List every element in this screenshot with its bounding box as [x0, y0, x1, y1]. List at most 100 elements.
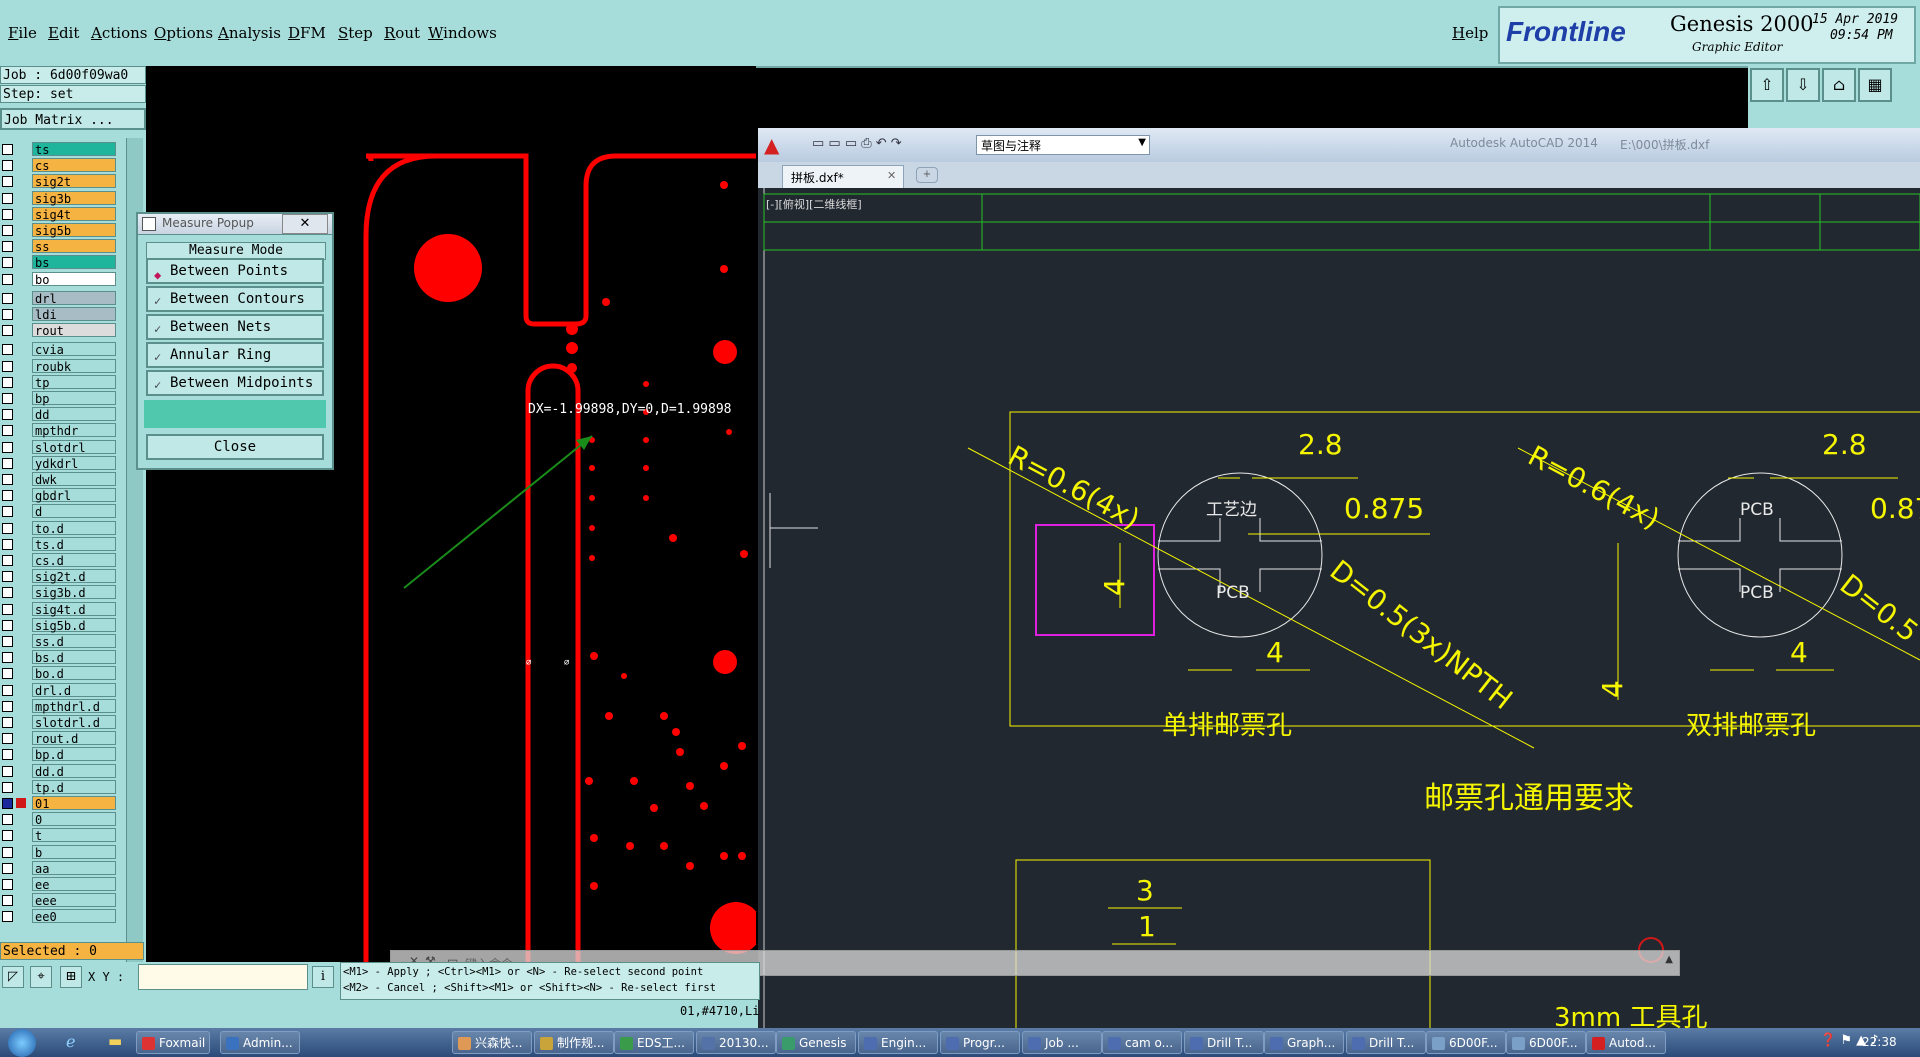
layer-row[interactable]: sig2t: [0, 174, 118, 189]
layer-checkbox[interactable]: [2, 376, 13, 388]
taskbar-button[interactable]: Engin...: [858, 1031, 938, 1054]
layer-row[interactable]: dwk: [0, 472, 118, 487]
layer-checkbox[interactable]: [2, 700, 13, 712]
layer-row[interactable]: gbdrl: [0, 488, 118, 503]
layer-checkbox[interactable]: [2, 749, 13, 761]
layer-checkbox[interactable]: [2, 717, 13, 728]
layer-checkbox[interactable]: [2, 409, 13, 421]
taskbar-button[interactable]: Graph...: [1264, 1031, 1344, 1054]
layer-checkbox[interactable]: [2, 360, 13, 372]
layer-checkbox[interactable]: [2, 208, 13, 220]
layer-checkbox[interactable]: [2, 309, 13, 320]
layer-row[interactable]: bs: [0, 255, 118, 270]
taskbar-button[interactable]: Drill T...: [1184, 1031, 1264, 1054]
layer-row[interactable]: rout.d: [0, 731, 118, 746]
menu-dfm[interactable]: DFM: [288, 24, 326, 42]
job-matrix-button[interactable]: Job Matrix ...: [0, 108, 146, 130]
menu-help[interactable]: Help: [1452, 24, 1488, 42]
layer-checkbox[interactable]: [2, 538, 13, 550]
layer-row[interactable]: dd: [0, 407, 118, 422]
menu-file[interactable]: File: [8, 24, 37, 42]
layer-row[interactable]: mpthdr: [0, 423, 118, 438]
layer-checkbox[interactable]: [2, 225, 13, 236]
ie-icon[interactable]: ℯ: [66, 1032, 75, 1051]
start-button[interactable]: [8, 1029, 36, 1057]
layer-row[interactable]: ss: [0, 239, 118, 254]
mode-annular-ring[interactable]: ✓ Annular Ring: [146, 342, 324, 368]
mode-between-points[interactable]: ◆ Between Points: [146, 258, 324, 284]
grid-icon[interactable]: ▦: [1858, 68, 1892, 102]
layer-row[interactable]: bo: [0, 271, 118, 287]
layer-row[interactable]: bs.d: [0, 650, 118, 665]
layer-row[interactable]: tp: [0, 374, 118, 390]
layer-row[interactable]: slotdrl.d: [0, 715, 118, 730]
taskbar-button[interactable]: Drill T...: [1346, 1031, 1426, 1054]
layer-checkbox[interactable]: [2, 733, 13, 745]
download-icon[interactable]: ⇩: [1786, 68, 1820, 102]
layer-row[interactable]: d: [0, 504, 118, 519]
taskbar-button[interactable]: 6D00F...: [1506, 1031, 1586, 1054]
menu-windows[interactable]: Windows: [428, 24, 497, 42]
close-button[interactable]: Close: [146, 434, 324, 460]
taskbar-button[interactable]: Foxmail: [136, 1031, 210, 1054]
autocad-logo-icon[interactable]: ▲: [764, 134, 786, 156]
explorer-icon[interactable]: ▬: [108, 1032, 122, 1050]
layer-checkbox[interactable]: [2, 144, 13, 155]
snap-icon[interactable]: ◸: [2, 966, 24, 988]
quick-access-icons[interactable]: ▭ ▭ ▭ ⎙ ↶ ↷: [812, 136, 902, 151]
layer-row[interactable]: sig5b: [0, 223, 118, 238]
taskbar-button[interactable]: Progr...: [940, 1031, 1020, 1054]
layer-checkbox[interactable]: [2, 684, 13, 696]
layer-checkbox[interactable]: [2, 879, 13, 890]
layer-checkbox[interactable]: [2, 668, 13, 680]
layer-checkbox[interactable]: [2, 781, 13, 793]
layer-row[interactable]: ts.d: [0, 536, 118, 552]
taskbar-button[interactable]: Autod...: [1586, 1031, 1666, 1054]
mode-between-nets[interactable]: ✓ Between Nets: [146, 314, 324, 340]
menu-edit[interactable]: Edit: [48, 24, 79, 42]
layer-row[interactable]: bp.d: [0, 747, 118, 762]
taskbar-button[interactable]: 制作规...: [534, 1031, 614, 1054]
layer-checkbox[interactable]: [2, 393, 13, 404]
layer-checkbox[interactable]: [2, 619, 13, 631]
layer-row[interactable]: cvia: [0, 342, 118, 357]
layer-checkbox[interactable]: [2, 587, 13, 599]
taskbar-button[interactable]: Genesis: [776, 1031, 856, 1054]
layer-row[interactable]: cs: [0, 158, 118, 173]
upload-icon[interactable]: ⇧: [1750, 68, 1784, 102]
layer-row[interactable]: ydkdrl: [0, 455, 118, 471]
taskbar-button[interactable]: Job ...: [1022, 1031, 1102, 1054]
layer-row[interactable]: dd.d: [0, 763, 118, 779]
layer-row[interactable]: ss.d: [0, 634, 118, 649]
layer-checkbox[interactable]: [2, 325, 13, 337]
taskbar-button[interactable]: 6D00F...: [1426, 1031, 1506, 1054]
info-icon[interactable]: ⅰ: [312, 966, 334, 988]
layer-checkbox[interactable]: [2, 636, 13, 647]
menu-analysis[interactable]: Analysis: [218, 24, 281, 42]
mode-between-contours[interactable]: ✓ Between Contours: [146, 286, 324, 312]
layer-row[interactable]: drl.d: [0, 682, 118, 698]
layer-row[interactable]: roubk: [0, 358, 118, 374]
file-tab[interactable]: 拼板.dxf* ✕: [782, 165, 904, 188]
layer-checkbox[interactable]: [2, 457, 13, 469]
close-icon[interactable]: ✕: [887, 169, 896, 182]
layer-row[interactable]: ee0: [0, 909, 118, 924]
workspace-dropdown[interactable]: 草图与注释 ▼: [976, 135, 1150, 155]
layer-row[interactable]: b: [0, 844, 118, 860]
layer-checkbox[interactable]: [2, 862, 13, 874]
menu-options[interactable]: Options: [154, 24, 213, 42]
taskbar-button[interactable]: EDS工...: [614, 1031, 694, 1054]
layer-checkbox[interactable]: [2, 798, 13, 809]
autocad-drawing-area[interactable]: R=0.6(4x) D=0.5(3x)NPTH 2.8 0.875 工艺边 PC…: [758, 188, 1920, 1028]
layer-row[interactable]: to.d: [0, 520, 118, 536]
layer-checkbox[interactable]: [2, 160, 13, 172]
layer-row[interactable]: slotdrl: [0, 439, 118, 455]
layer-checkbox[interactable]: [2, 603, 13, 615]
layer-row[interactable]: rout: [0, 323, 118, 338]
layer-row[interactable]: 01: [0, 796, 118, 811]
mode-between-midpoints[interactable]: ✓ Between Midpoints: [146, 370, 324, 396]
layer-row[interactable]: ldi: [0, 307, 118, 322]
grid-icon[interactable]: ⊞: [60, 966, 82, 988]
layer-row[interactable]: tp.d: [0, 779, 118, 795]
layer-checkbox[interactable]: [2, 441, 13, 453]
